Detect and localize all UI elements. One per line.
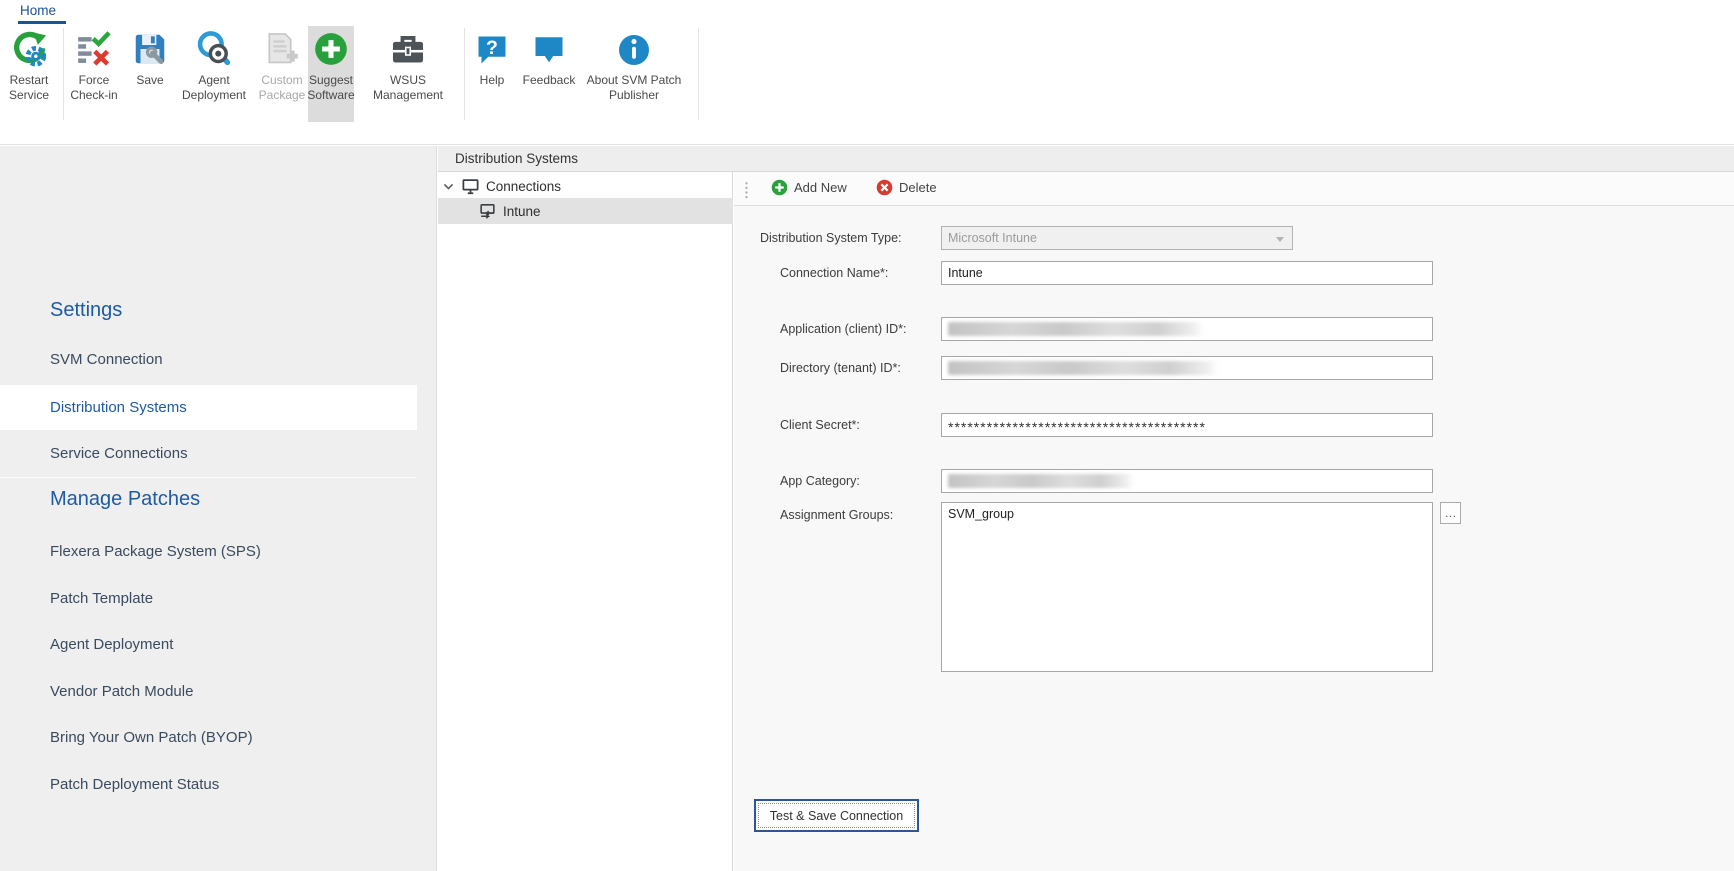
sidebar-section-settings: Settings [50, 299, 122, 322]
force-check-in-icon [75, 26, 113, 68]
redacted-value [948, 474, 1134, 488]
tree-node-connections-label: Connections [486, 179, 561, 194]
sidebar-item-patch-template[interactable]: Patch Template [0, 581, 417, 615]
svm-patch-publisher-window: Home Restart Service [0, 0, 1734, 871]
custom-package-icon [263, 26, 301, 68]
sidebar-item-distribution-systems[interactable]: Distribution Systems [0, 385, 417, 430]
assignment-groups-browse-button[interactable]: … [1440, 502, 1461, 524]
ribbon: Home Restart Service [0, 0, 1734, 145]
settings-sidebar: Settings SVM Connection Distribution Sys… [0, 146, 437, 871]
app-category-input[interactable] [941, 469, 1433, 493]
directory-tenant-id-input[interactable] [941, 356, 1433, 380]
sidebar-item-agent-deployment[interactable]: Agent Deployment [0, 627, 417, 661]
connections-tree-panel [438, 172, 733, 871]
add-new-button[interactable]: Add New [771, 179, 847, 196]
sidebar-item-flexera-package-system[interactable]: Flexera Package System (SPS) [0, 534, 417, 568]
sidebar-item-bring-your-own-patch[interactable]: Bring Your Own Patch (BYOP) [0, 720, 417, 754]
force-check-in-label: Force Check-in [70, 73, 117, 102]
ellipsis-icon: … [1445, 506, 1457, 520]
agent-deployment-icon [195, 26, 233, 68]
save-label: Save [136, 73, 163, 88]
tree-node-connections[interactable]: Connections [442, 174, 732, 198]
delete-label: Delete [899, 180, 937, 195]
sidebar-item-vendor-patch-module[interactable]: Vendor Patch Module [0, 674, 417, 708]
connection-name-input[interactable]: Intune [941, 261, 1433, 285]
assignment-groups-label: Assignment Groups: [780, 508, 893, 522]
redacted-value [948, 322, 1204, 336]
content-header: Distribution Systems [438, 146, 1734, 172]
directory-tenant-id-label: Directory (tenant) ID*: [780, 361, 901, 375]
about-label: About SVM Patch Publisher [587, 73, 682, 102]
connection-name-label: Connection Name*: [780, 266, 888, 280]
delete-icon [876, 179, 893, 196]
chevron-down-icon [1276, 237, 1284, 242]
assignment-groups-textarea[interactable]: SVM_group [941, 502, 1433, 672]
monitor-icon [461, 177, 480, 196]
add-icon [771, 179, 788, 196]
toolbar-grip-handle[interactable] [745, 181, 748, 200]
restart-service-label: Restart Service [9, 73, 49, 102]
about-svm-patch-publisher-button[interactable]: About SVM Patch Publisher [584, 26, 684, 122]
application-client-id-label: Application (client) ID*: [780, 322, 906, 336]
save-button[interactable]: Save [126, 26, 174, 122]
distribution-system-type-select[interactable]: Microsoft Intune [941, 226, 1293, 250]
suggest-software-button[interactable]: Suggest Software [308, 26, 354, 122]
client-secret-label: Client Secret*: [780, 418, 860, 432]
info-icon [616, 26, 652, 68]
ribbon-separator [464, 28, 465, 120]
force-check-in-button[interactable]: Force Check-in [64, 26, 124, 122]
feedback-icon [531, 26, 567, 68]
agent-deployment-button[interactable]: Agent Deployment [172, 26, 256, 122]
restart-service-button[interactable]: Restart Service [0, 26, 58, 122]
wsus-management-button[interactable]: WSUS Management [356, 26, 460, 122]
custom-package-button: Custom Package [256, 26, 308, 122]
distribution-connection-icon [478, 202, 497, 221]
tab-home[interactable]: Home [20, 3, 56, 18]
feedback-label: Feedback [523, 73, 576, 88]
delete-button[interactable]: Delete [876, 179, 937, 196]
app-category-label: App Category: [780, 474, 860, 488]
redacted-value [948, 361, 1218, 375]
wsus-management-label: WSUS Management [373, 73, 443, 102]
sidebar-divider [0, 477, 417, 478]
help-icon: ? [474, 26, 510, 68]
help-button[interactable]: ? Help [470, 26, 514, 122]
help-label: Help [480, 73, 505, 88]
tree-node-intune-label: Intune [503, 204, 541, 219]
feedback-button[interactable]: Feedback [516, 26, 582, 122]
distribution-system-type-label: Distribution System Type: [760, 231, 902, 245]
suggest-software-label: Suggest Software [307, 73, 354, 102]
tree-node-intune[interactable]: Intune [438, 198, 733, 224]
agent-deployment-label: Agent Deployment [182, 73, 246, 102]
wsus-management-icon [389, 26, 427, 68]
suggest-software-icon [312, 26, 350, 68]
chevron-down-icon[interactable] [442, 180, 455, 193]
svg-text:?: ? [486, 37, 498, 59]
sidebar-section-manage-patches: Manage Patches [50, 488, 200, 511]
restart-service-icon [10, 26, 48, 68]
application-client-id-input[interactable] [941, 317, 1433, 341]
sidebar-item-svm-connection[interactable]: SVM Connection [0, 342, 417, 376]
client-secret-input[interactable]: **************************************** [941, 413, 1433, 437]
sidebar-item-service-connections[interactable]: Service Connections [0, 436, 417, 470]
tab-home-underline [18, 21, 66, 24]
test-and-save-connection-button[interactable]: Test & Save Connection [754, 799, 919, 832]
add-new-label: Add New [794, 180, 847, 195]
save-icon [131, 26, 169, 68]
custom-package-label: Custom Package [259, 73, 306, 102]
sidebar-item-patch-deployment-status[interactable]: Patch Deployment Status [0, 767, 417, 801]
ribbon-separator [698, 28, 699, 120]
content-header-title: Distribution Systems [455, 151, 578, 166]
